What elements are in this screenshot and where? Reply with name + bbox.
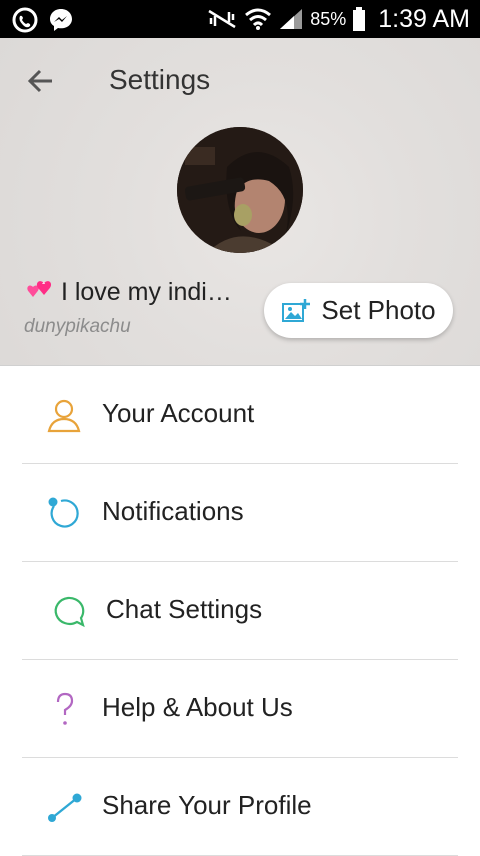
- back-arrow-icon: [27, 69, 52, 93]
- phone-wifi-icon: [12, 7, 38, 33]
- menu-item-label: Your Account: [102, 398, 255, 428]
- profile-header: Settings I love my indi… dunypikachu Set…: [0, 38, 480, 365]
- profile-status[interactable]: I love my indi…: [24, 278, 232, 307]
- status-bar-right: 85% 1:39 AM: [206, 0, 470, 38]
- battery-percent: 85%: [310, 8, 347, 29]
- menu-item-notifications[interactable]: Notifications: [22, 464, 458, 562]
- add-photo-icon: [282, 298, 311, 322]
- menu-item-label: Notifications: [102, 496, 244, 526]
- no-signal-icon: [208, 9, 236, 29]
- menu-item-label: Share Your Profile: [102, 790, 312, 820]
- question-icon: [56, 692, 74, 725]
- set-photo-button[interactable]: Set Photo: [264, 283, 453, 338]
- menu-item-chat-settings[interactable]: Chat Settings: [22, 562, 458, 660]
- settings-menu: Your Account Notifications Chat Settings…: [0, 365, 480, 856]
- menu-item-share-profile[interactable]: Share Your Profile: [22, 758, 458, 856]
- set-photo-label: Set Photo: [321, 295, 436, 325]
- messenger-icon: [50, 9, 72, 31]
- back-button[interactable]: [22, 64, 62, 98]
- notification-ring-icon: [48, 497, 79, 528]
- two-hearts-icon: [27, 281, 52, 297]
- menu-item-label: Help & About Us: [102, 692, 293, 722]
- status-bar: 85% 1:39 AM: [0, 0, 480, 38]
- cell-signal-icon: [280, 9, 303, 29]
- share-icon: [48, 793, 82, 822]
- person-icon: [47, 399, 81, 433]
- profile-status-text: I love my indi…: [60, 278, 232, 306]
- wifi-icon: [245, 8, 272, 30]
- avatar-photo: [177, 127, 303, 253]
- page-title: Settings: [109, 64, 211, 95]
- battery-icon: [353, 7, 366, 31]
- status-bar-left: [12, 7, 74, 33]
- status-clock: 1:39 AM: [378, 4, 470, 33]
- username: dunypikachu: [24, 316, 131, 337]
- menu-item-label: Chat Settings: [106, 594, 263, 624]
- avatar[interactable]: [177, 127, 303, 253]
- menu-item-your-account[interactable]: Your Account: [22, 366, 458, 464]
- chat-bubble-icon: [54, 596, 85, 628]
- menu-item-help-about[interactable]: Help & About Us: [22, 660, 458, 758]
